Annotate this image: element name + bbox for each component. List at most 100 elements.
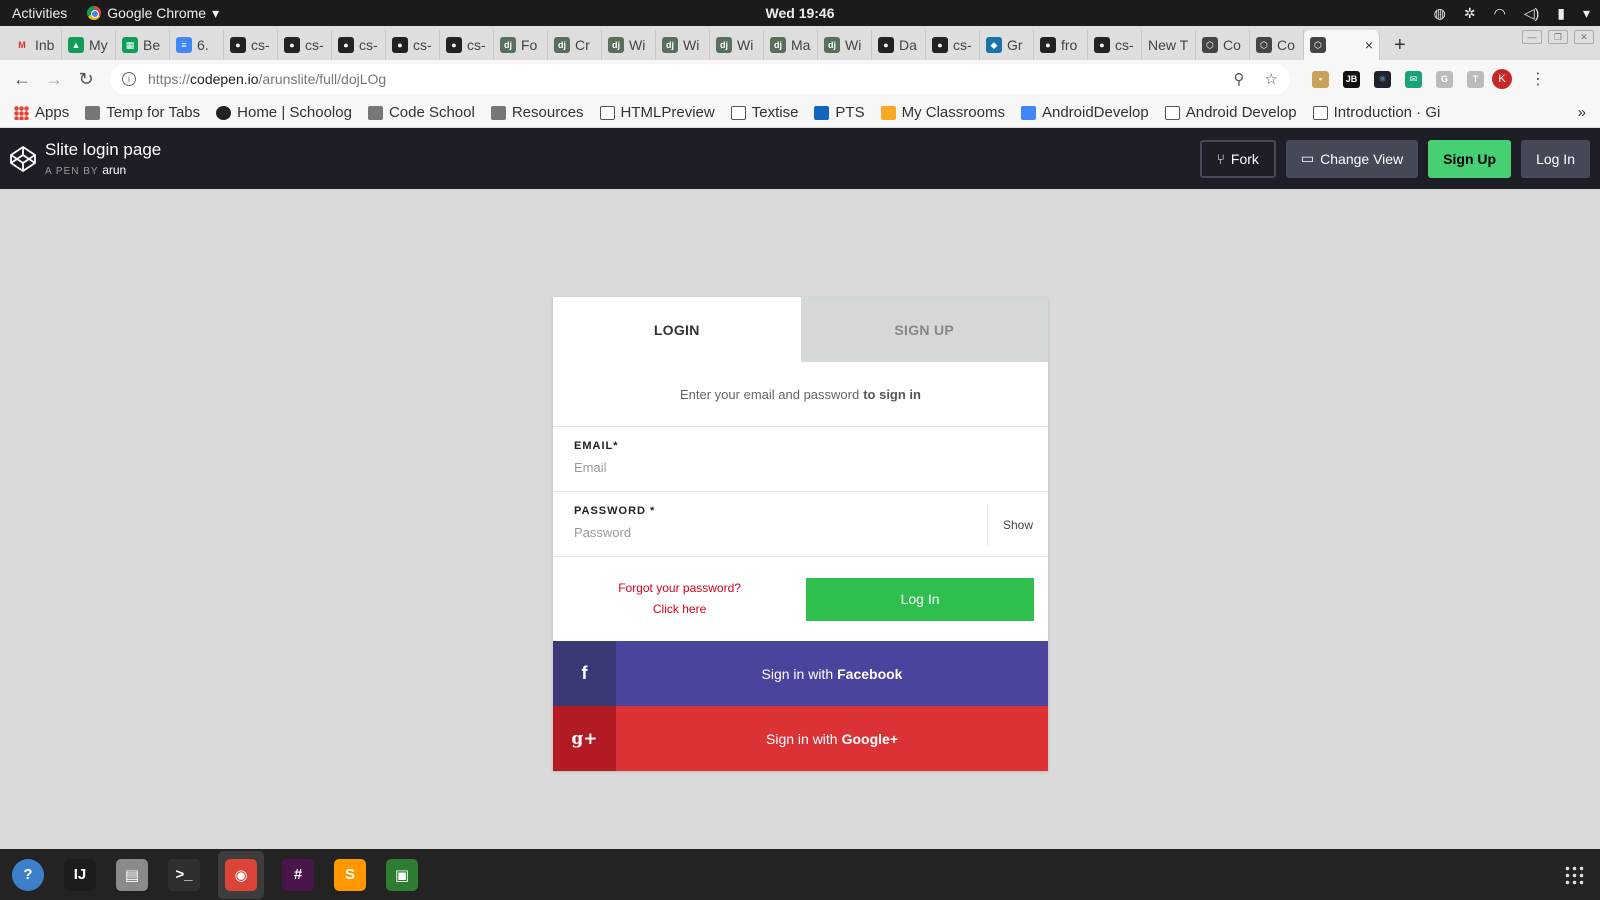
- tab-19[interactable]: ● fro: [1034, 30, 1088, 60]
- tab-6[interactable]: ● cs-: [332, 30, 386, 60]
- bookmark-textise[interactable]: Textise: [730, 104, 798, 121]
- battery-icon[interactable]: ▮: [1557, 5, 1565, 22]
- docs-icon: ≡: [176, 37, 192, 53]
- codepen-icon: ⬡: [1310, 37, 1326, 53]
- bookmark-code-school[interactable]: Code School: [367, 104, 475, 121]
- google-plus-sign-in-button[interactable]: g+ Sign in with Google+: [553, 706, 1048, 771]
- tab-7[interactable]: ● cs-: [386, 30, 440, 60]
- tab-signup[interactable]: SIGN UP: [800, 297, 1048, 362]
- bookmark-star-icon[interactable]: ☆: [1265, 70, 1278, 88]
- change-view-button[interactable]: ▭ Change View: [1285, 139, 1419, 178]
- show-password-button[interactable]: Show: [987, 504, 1048, 546]
- extension-icon[interactable]: ✉: [1405, 70, 1422, 88]
- monitor-icon[interactable]: ▣: [384, 857, 420, 893]
- zoom-icon[interactable]: ⚲: [1234, 70, 1245, 88]
- tab-18[interactable]: ◆ Gr: [980, 30, 1034, 60]
- profile-avatar[interactable]: K: [1492, 69, 1512, 89]
- url-scheme: https://: [148, 71, 191, 87]
- tab-20[interactable]: ● cs-: [1088, 30, 1142, 60]
- tab-14[interactable]: dj Ma: [764, 30, 818, 60]
- reload-icon[interactable]: ↻: [70, 69, 102, 90]
- bookmark-apps[interactable]: Apps: [14, 104, 69, 121]
- menu-kebab-icon[interactable]: ⋮: [1530, 69, 1546, 89]
- facebook-sign-in-button[interactable]: f Sign in with Facebook: [553, 641, 1048, 706]
- tab-16[interactable]: ● Da: [872, 30, 926, 60]
- password-field[interactable]: [574, 525, 954, 540]
- jetbrains-extension-icon[interactable]: JB: [1343, 70, 1360, 88]
- tab-11[interactable]: dj Wi: [602, 30, 656, 60]
- clock[interactable]: Wed 19:46: [766, 5, 835, 21]
- bookmark-temp-for-tabs[interactable]: Temp for Tabs: [85, 104, 200, 121]
- tab-1[interactable]: ▲ My: [62, 30, 116, 60]
- maximize-button[interactable]: ❐: [1548, 30, 1568, 44]
- bookmark-androiddevelop[interactable]: AndroidDevelop: [1020, 104, 1149, 121]
- new-tab-button[interactable]: +: [1394, 30, 1406, 60]
- system-tray[interactable]: ◍ ✲ ◠ ◁) ▮ ▾: [1434, 5, 1590, 22]
- tab-22[interactable]: ⬡ Co: [1196, 30, 1250, 60]
- url-input[interactable]: i https://codepen.io/arunslite/full/dojL…: [110, 64, 1290, 94]
- bookmark-home-schoolog[interactable]: Home | Schoolog: [216, 104, 352, 121]
- info-icon[interactable]: i: [122, 72, 136, 86]
- minimize-button[interactable]: —: [1522, 30, 1542, 44]
- app-menu[interactable]: Google Chrome ▾: [87, 5, 219, 22]
- grammarly-icon[interactable]: G: [1436, 70, 1453, 88]
- slack-tray-icon[interactable]: ✲: [1464, 5, 1476, 22]
- tab-0[interactable]: M Inb: [8, 30, 62, 60]
- bookmark-resources[interactable]: Resources: [490, 104, 584, 121]
- tab-4[interactable]: ● cs-: [224, 30, 278, 60]
- textise-extension-icon[interactable]: T: [1467, 70, 1484, 88]
- github-icon: ●: [878, 37, 894, 53]
- chrome-icon[interactable]: ◉: [218, 850, 264, 899]
- forward-icon[interactable]: →: [38, 69, 70, 90]
- back-icon[interactable]: ←: [6, 69, 38, 90]
- bookmark-pts[interactable]: PTS: [814, 104, 865, 121]
- intellij-icon[interactable]: IJ: [62, 857, 98, 893]
- bookmark-android-develop[interactable]: Android Develop: [1164, 104, 1297, 121]
- more-bookmarks-icon[interactable]: »: [1578, 104, 1586, 121]
- pen-author[interactable]: arun: [102, 163, 126, 177]
- email-field[interactable]: [574, 460, 954, 475]
- bookmark-list: Apps Temp for Tabs Home | Schoolog Code Sch…: [14, 104, 1440, 121]
- tab-12[interactable]: dj Wi: [656, 30, 710, 60]
- network-status-icon[interactable]: ◍: [1434, 5, 1446, 22]
- tab-9[interactable]: dj Fo: [494, 30, 548, 60]
- tab-21[interactable]: New T: [1142, 30, 1196, 60]
- tab-13[interactable]: dj Wi: [710, 30, 764, 60]
- bookmark-introduction-gi[interactable]: Introduction · Gi: [1312, 104, 1440, 121]
- chevron-down-icon[interactable]: ▾: [1583, 5, 1590, 22]
- tab-login[interactable]: LOGIN: [553, 297, 801, 362]
- tab-8[interactable]: ● cs-: [440, 30, 494, 60]
- terminal-icon[interactable]: >_: [166, 857, 202, 893]
- sign-up-button[interactable]: Sign Up: [1428, 139, 1512, 178]
- show-applications-icon[interactable]: [1564, 864, 1584, 885]
- bookmark-my-classrooms[interactable]: My Classrooms: [880, 104, 1005, 121]
- react-devtools-icon[interactable]: ⚛: [1374, 70, 1391, 88]
- tab-15[interactable]: dj Wi: [818, 30, 872, 60]
- folder-icon: [85, 105, 101, 120]
- slack-icon[interactable]: #: [280, 857, 316, 893]
- activities-button[interactable]: Activities: [0, 5, 79, 21]
- tab-10[interactable]: dj Cr: [548, 30, 602, 60]
- close-window-button[interactable]: ✕: [1574, 30, 1594, 44]
- pen-title: Slite login page: [45, 140, 162, 159]
- log-in-button[interactable]: Log In: [1521, 139, 1590, 178]
- log-in-submit-button[interactable]: Log In: [806, 577, 1034, 621]
- codepen-logo-icon[interactable]: [9, 145, 37, 173]
- files-icon[interactable]: ▤: [114, 857, 150, 893]
- sublime-icon[interactable]: S: [332, 857, 368, 893]
- extension-icon[interactable]: ▪: [1312, 70, 1329, 88]
- wifi-icon[interactable]: ◠: [1494, 5, 1506, 22]
- bookmark-htmlpreview[interactable]: HTMLPreview: [599, 104, 715, 121]
- tab-active[interactable]: ⬡ ×: [1304, 30, 1380, 60]
- close-icon[interactable]: ×: [1365, 37, 1373, 53]
- help-icon[interactable]: ?: [10, 857, 46, 893]
- tab-2[interactable]: ▦ Be: [116, 30, 170, 60]
- fork-button[interactable]: ⑂ Fork: [1199, 139, 1276, 178]
- django-icon: dj: [770, 37, 786, 53]
- tab-5[interactable]: ● cs-: [278, 30, 332, 60]
- tab-23[interactable]: ⬡ Co: [1250, 30, 1304, 60]
- volume-icon[interactable]: ◁): [1524, 5, 1539, 22]
- tab-17[interactable]: ● cs-: [926, 30, 980, 60]
- tab-3[interactable]: ≡ 6.: [170, 30, 224, 60]
- forgot-password-link[interactable]: Forgot your password? Click here: [553, 578, 806, 620]
